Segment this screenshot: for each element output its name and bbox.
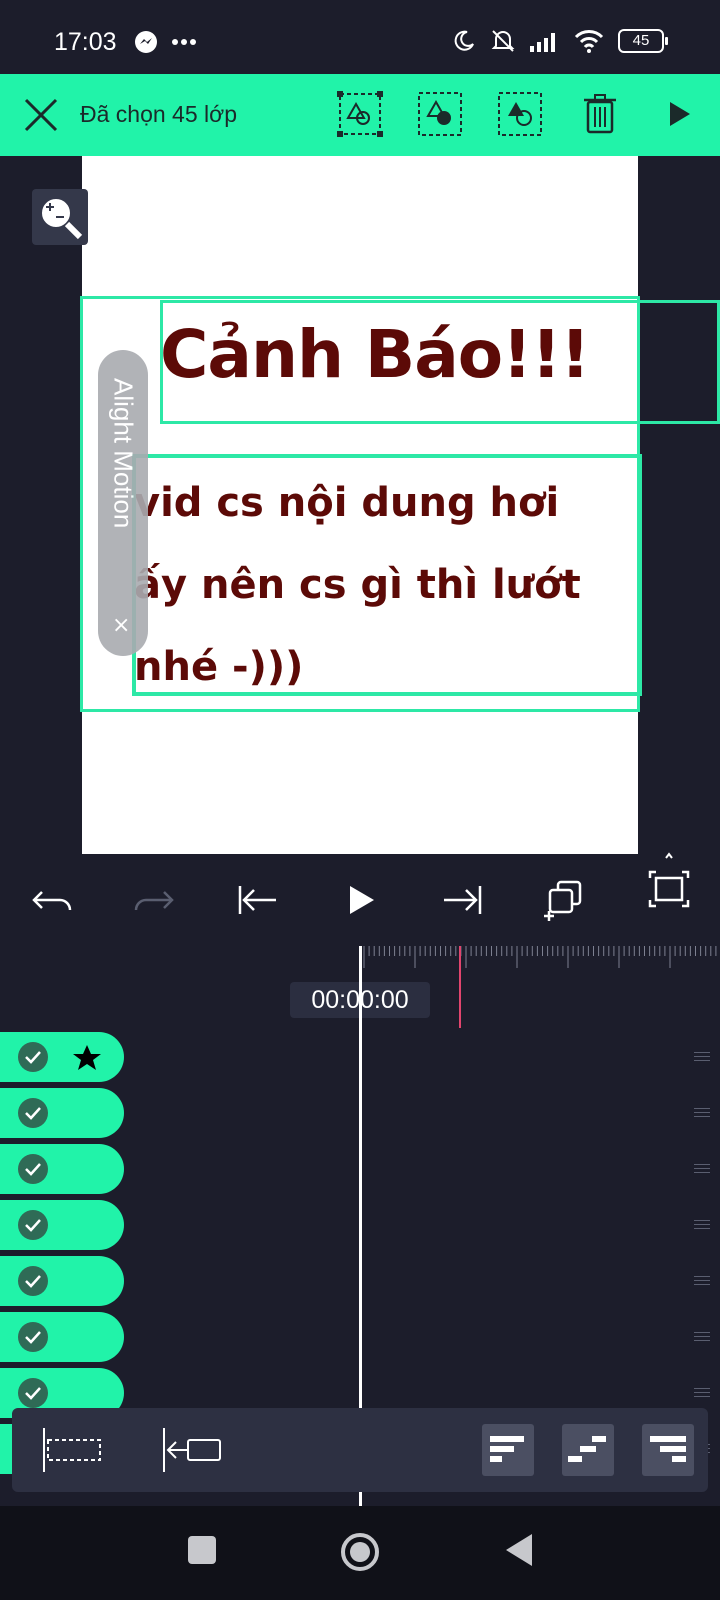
duplicate-layer-icon[interactable] [540, 876, 588, 924]
zoom-icon [40, 197, 83, 240]
play-button-icon[interactable] [336, 876, 384, 924]
jump-to-start-icon[interactable] [234, 876, 282, 924]
trash-icon[interactable] [576, 90, 624, 138]
more-notifications-icon [172, 39, 196, 45]
layer-row[interactable] [0, 1312, 124, 1362]
moon-icon [454, 30, 474, 51]
align-right-button[interactable] [642, 1424, 694, 1476]
body-selection-box[interactable] [132, 454, 642, 696]
recent-apps-icon[interactable] [188, 1536, 216, 1564]
messenger-icon [135, 31, 157, 53]
layer-drag-handle[interactable] [694, 1388, 710, 1398]
status-icons-right: 45 [452, 28, 668, 54]
layer-row[interactable] [0, 1144, 124, 1194]
layer-drag-handle[interactable] [694, 1052, 710, 1062]
home-icon[interactable] [340, 1532, 380, 1572]
battery-indicator: 45 [618, 29, 668, 53]
align-left-icon [490, 1436, 524, 1462]
zoom-button[interactable] [32, 189, 88, 245]
fullscreen-icon[interactable] [646, 848, 692, 924]
watermark-badge[interactable]: Alight Motion × [98, 350, 148, 656]
clip-layers-icon[interactable] [496, 90, 544, 138]
title-selection-box[interactable] [160, 300, 720, 424]
status-bar: 17:03 45 [0, 0, 720, 74]
layer-check-icon[interactable] [18, 1266, 48, 1296]
align-staggered-button[interactable] [562, 1424, 614, 1476]
close-icon[interactable] [20, 94, 62, 136]
layer-check-icon[interactable] [18, 1154, 48, 1184]
layer-check-icon[interactable] [18, 1210, 48, 1240]
move-to-playhead-icon[interactable] [160, 1424, 224, 1476]
watermark-text: Alight Motion [108, 378, 139, 529]
layer-arrange-toolbar [12, 1408, 708, 1492]
signal-icon [530, 33, 555, 52]
selection-toolbar: Đã chọn 45 lớp [0, 74, 720, 156]
star-icon[interactable] [72, 1043, 102, 1073]
mask-layers-icon[interactable] [416, 90, 464, 138]
align-staggered-icon [568, 1436, 606, 1462]
play-icon[interactable] [656, 90, 704, 138]
undo-icon[interactable] [28, 876, 76, 924]
align-left-button[interactable] [482, 1424, 534, 1476]
trim-start-icon[interactable] [40, 1424, 104, 1476]
layer-row[interactable] [0, 1200, 124, 1250]
layer-check-icon[interactable] [18, 1378, 48, 1408]
status-icons-left [134, 30, 196, 54]
group-layers-icon[interactable] [336, 90, 384, 138]
time-marker[interactable] [459, 946, 461, 1028]
layer-drag-handle[interactable] [694, 1108, 710, 1118]
layer-drag-handle[interactable] [694, 1220, 710, 1230]
layer-drag-handle[interactable] [694, 1332, 710, 1342]
layer-row[interactable] [0, 1088, 124, 1138]
redo-icon[interactable] [130, 876, 178, 924]
selection-count-title: Đã chọn 45 lớp [80, 101, 238, 127]
watermark-close-icon[interactable]: × [112, 613, 130, 638]
layer-row[interactable] [0, 1256, 124, 1306]
layer-drag-handle[interactable] [694, 1276, 710, 1286]
status-time: 17:03 [54, 28, 117, 56]
timeline-ruler[interactable] [362, 946, 720, 968]
layer-check-icon[interactable] [18, 1322, 48, 1352]
align-right-icon [650, 1436, 686, 1462]
system-nav-bar [0, 1506, 720, 1600]
layer-check-icon[interactable] [18, 1042, 48, 1072]
back-icon[interactable] [504, 1532, 534, 1568]
canvas-area[interactable]: Cảnh Báo!!! vid cs nội dung hơi ấy nên c… [0, 156, 720, 854]
layer-check-icon[interactable] [18, 1098, 48, 1128]
playback-controls [0, 852, 720, 946]
bell-off-icon [491, 30, 515, 52]
wifi-icon [574, 30, 604, 53]
jump-to-end-icon[interactable] [438, 876, 486, 924]
layer-row[interactable] [0, 1032, 124, 1082]
layer-drag-handle[interactable] [694, 1164, 710, 1174]
